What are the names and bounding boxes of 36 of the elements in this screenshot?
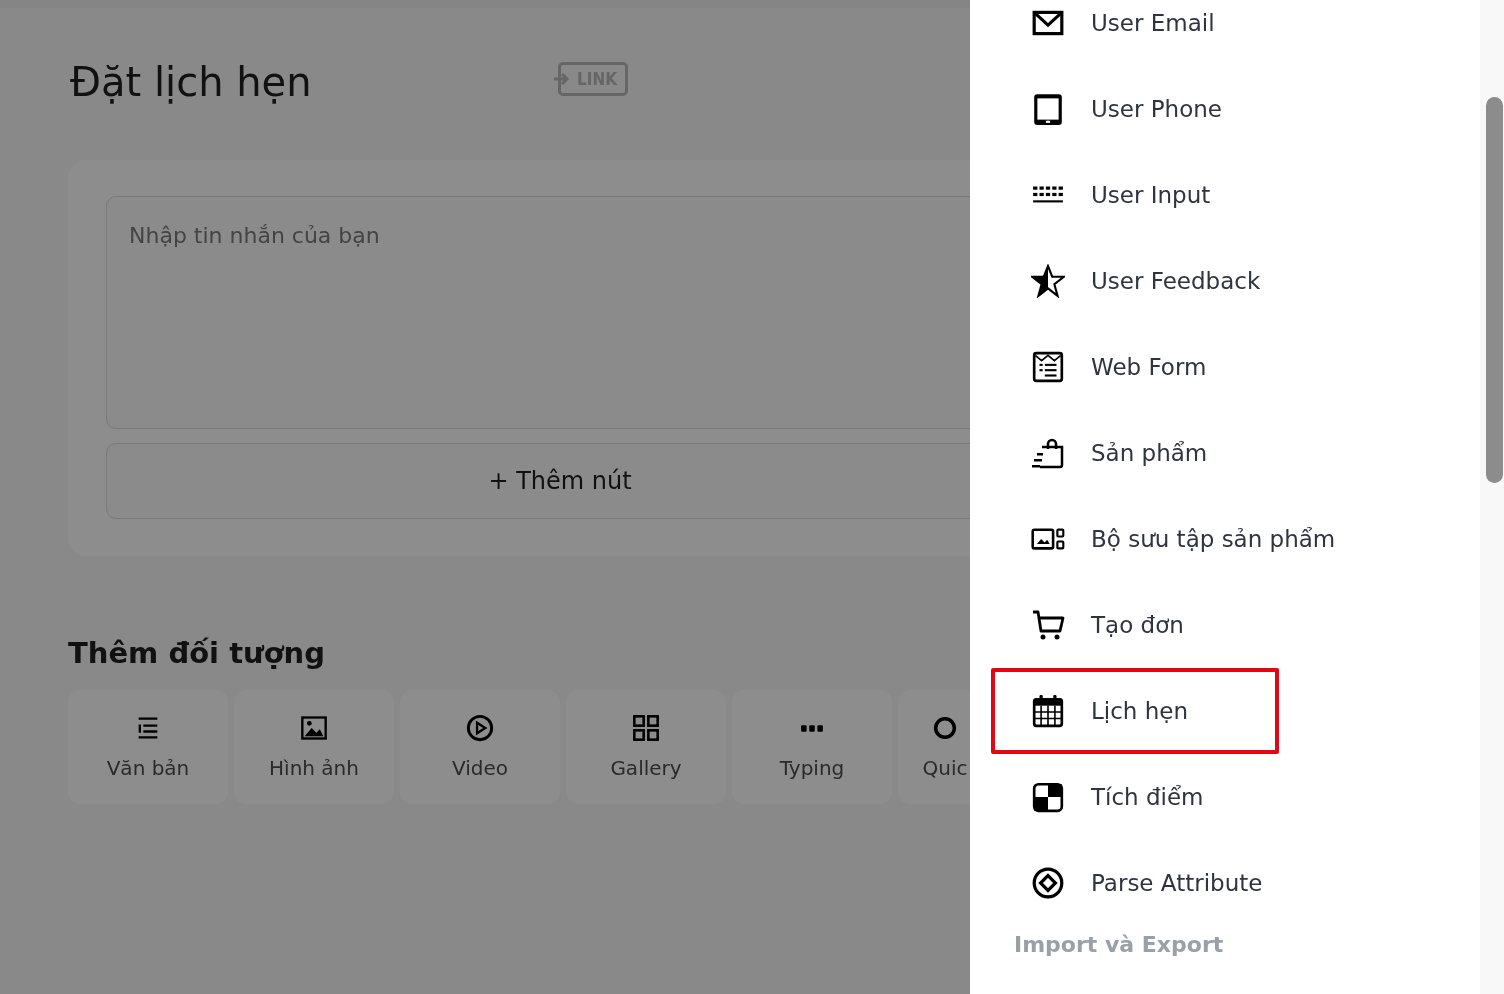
object-tile[interactable]: Gallery — [566, 690, 726, 804]
play-icon — [466, 714, 494, 742]
menu-item[interactable]: User Phone — [991, 66, 1279, 152]
page-title: Đặt lịch hẹn — [69, 58, 313, 107]
add-button[interactable]: + Thêm nút — [106, 443, 970, 519]
image-icon — [300, 714, 328, 742]
diamond-circle-icon — [1031, 866, 1065, 900]
cart-icon — [1031, 608, 1065, 642]
menu-item[interactable]: Web Form — [991, 324, 1279, 410]
menu-item[interactable]: Bộ sưu tập sản phẩm — [991, 496, 1340, 582]
tablet-icon — [1031, 92, 1065, 126]
object-tile[interactable]: Hình ảnh — [234, 690, 394, 804]
section-heading: Thêm đối tượng — [68, 636, 326, 670]
object-tile[interactable]: Video — [400, 690, 560, 804]
object-tile[interactable]: Văn bản — [68, 690, 228, 804]
scrollbar-thumb[interactable] — [1486, 97, 1503, 483]
message-field[interactable]: Nhập tin nhắn của bạn — [106, 196, 970, 429]
circle-icon — [931, 714, 959, 742]
grid-icon — [632, 714, 660, 742]
star-icon — [1031, 264, 1065, 298]
dots-icon — [799, 724, 825, 733]
object-tile[interactable]: Quic — [898, 690, 970, 804]
menu-item[interactable]: Lịch hẹn — [991, 668, 1279, 754]
menu-item[interactable]: Tích điểm — [991, 754, 1279, 840]
menu-item[interactable]: User Email — [991, 0, 1279, 66]
menu-item[interactable]: User Input — [991, 152, 1279, 238]
checker-icon — [1031, 780, 1065, 814]
form-icon — [1031, 350, 1065, 384]
shopping-bag-icon — [1031, 436, 1065, 470]
section-label: Import và Export — [1014, 932, 1225, 957]
calendar-icon — [1031, 694, 1065, 728]
object-tile[interactable]: Typing — [732, 690, 892, 804]
menu-item[interactable]: Sản phẩm — [991, 410, 1279, 496]
menu-item[interactable]: User Feedback — [991, 238, 1279, 324]
menu-item[interactable]: Tạo đơn — [991, 582, 1279, 668]
menu-item[interactable]: Parse Attribute — [991, 840, 1279, 926]
